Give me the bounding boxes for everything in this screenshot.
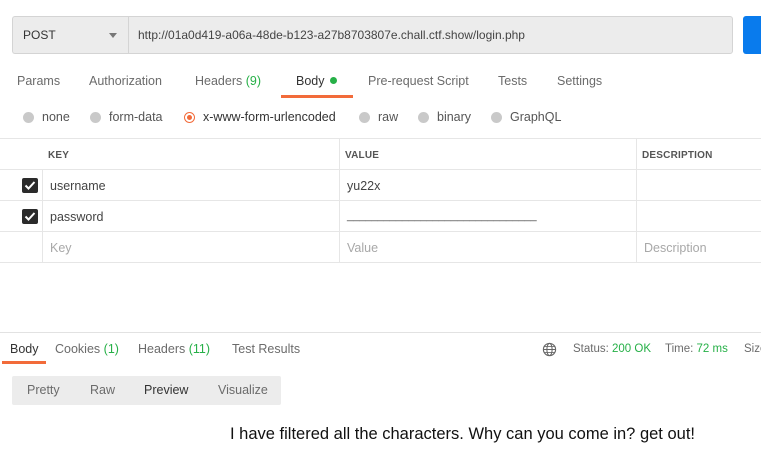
row-checkbox[interactable] <box>22 178 38 193</box>
method-label: POST <box>23 28 56 42</box>
chevron-down-icon <box>109 33 117 38</box>
radio-none[interactable]: none <box>23 110 70 124</box>
table-row: password _______________________________ <box>0 200 761 231</box>
tab-body[interactable]: Body <box>296 74 337 88</box>
col-key-header: KEY <box>48 150 70 161</box>
tab-authorization[interactable]: Authorization <box>89 74 162 88</box>
row-value[interactable]: yu22x <box>347 179 380 193</box>
radio-circle-icon <box>90 111 101 123</box>
table-row: username yu22x <box>0 169 761 200</box>
resp-tab-test-results[interactable]: Test Results <box>232 342 300 356</box>
check-icon <box>24 181 36 190</box>
radio-raw[interactable]: raw <box>359 110 398 124</box>
key-placeholder[interactable]: Key <box>50 241 72 255</box>
headers-count: (9) <box>245 74 262 88</box>
column-divider <box>339 138 340 262</box>
view-mode-bar: Pretty Raw Preview Visualize <box>12 376 281 405</box>
response-tab-underline <box>2 361 46 364</box>
view-visualize-button[interactable]: Visualize <box>218 383 268 397</box>
radio-circle-icon <box>418 111 429 123</box>
body-type-radios: none form-data x-www-form-urlencoded raw… <box>0 108 761 128</box>
column-divider <box>42 169 43 262</box>
row-checkbox[interactable] <box>22 209 38 224</box>
view-preview-button[interactable]: Preview <box>144 383 188 397</box>
value-placeholder[interactable]: Value <box>347 241 378 255</box>
view-pretty-button[interactable]: Pretty <box>27 383 60 397</box>
table-bottom-border <box>0 262 761 263</box>
response-body-text: I have filtered all the characters. Why … <box>230 425 695 443</box>
request-tabs: Params Authorization Headers (9) Body Pr… <box>0 67 761 98</box>
row-value[interactable]: _______________________________ <box>347 210 537 222</box>
table-header-row: KEY VALUE DESCRIPTION <box>0 138 761 169</box>
time-value: 72 ms <box>696 343 728 355</box>
row-key[interactable]: username <box>50 179 106 193</box>
tab-settings[interactable]: Settings <box>557 74 602 88</box>
radio-graphql[interactable]: GraphQL <box>491 110 561 124</box>
resp-tab-body[interactable]: Body <box>10 342 39 356</box>
status-readout: Status: 200 OK <box>573 343 652 355</box>
tab-params[interactable]: Params <box>17 74 60 88</box>
row-key[interactable]: password <box>50 210 104 224</box>
url-input[interactable]: http://01a0d419-a06a-48de-b123-a27b87038… <box>128 16 733 54</box>
status-value: 200 OK <box>612 343 652 355</box>
radio-selected-icon <box>184 111 195 123</box>
response-divider <box>0 332 761 333</box>
method-select[interactable]: POST <box>12 16 128 54</box>
col-value-header: VALUE <box>345 150 380 161</box>
body-indicator-dot <box>329 77 337 84</box>
radio-circle-icon <box>491 111 502 123</box>
resp-tab-headers[interactable]: Headers (11) <box>138 342 210 356</box>
radio-binary[interactable]: binary <box>418 110 471 124</box>
col-description-header: DESCRIPTION <box>642 150 713 161</box>
send-button[interactable] <box>743 16 761 54</box>
resp-tab-cookies[interactable]: Cookies (1) <box>55 342 119 356</box>
table-row-new: Key Value Description <box>0 231 761 262</box>
tab-headers[interactable]: Headers (9) <box>195 74 261 88</box>
check-icon <box>24 212 36 221</box>
description-placeholder[interactable]: Description <box>644 241 707 255</box>
view-raw-button[interactable]: Raw <box>90 383 115 397</box>
tab-pre-request-script[interactable]: Pre-request Script <box>368 74 469 88</box>
tab-tests[interactable]: Tests <box>498 74 527 88</box>
radio-circle-icon <box>359 111 370 123</box>
radio-circle-icon <box>23 111 34 123</box>
size-readout: Size <box>744 343 761 355</box>
radio-x-www-form-urlencoded[interactable]: x-www-form-urlencoded <box>184 110 336 124</box>
radio-form-data[interactable]: form-data <box>90 110 163 124</box>
url-text: http://01a0d419-a06a-48de-b123-a27b87038… <box>138 28 525 42</box>
column-divider <box>636 138 637 262</box>
globe-icon[interactable] <box>542 342 557 357</box>
time-readout: Time: 72 ms <box>665 343 728 355</box>
active-tab-underline <box>281 95 353 98</box>
